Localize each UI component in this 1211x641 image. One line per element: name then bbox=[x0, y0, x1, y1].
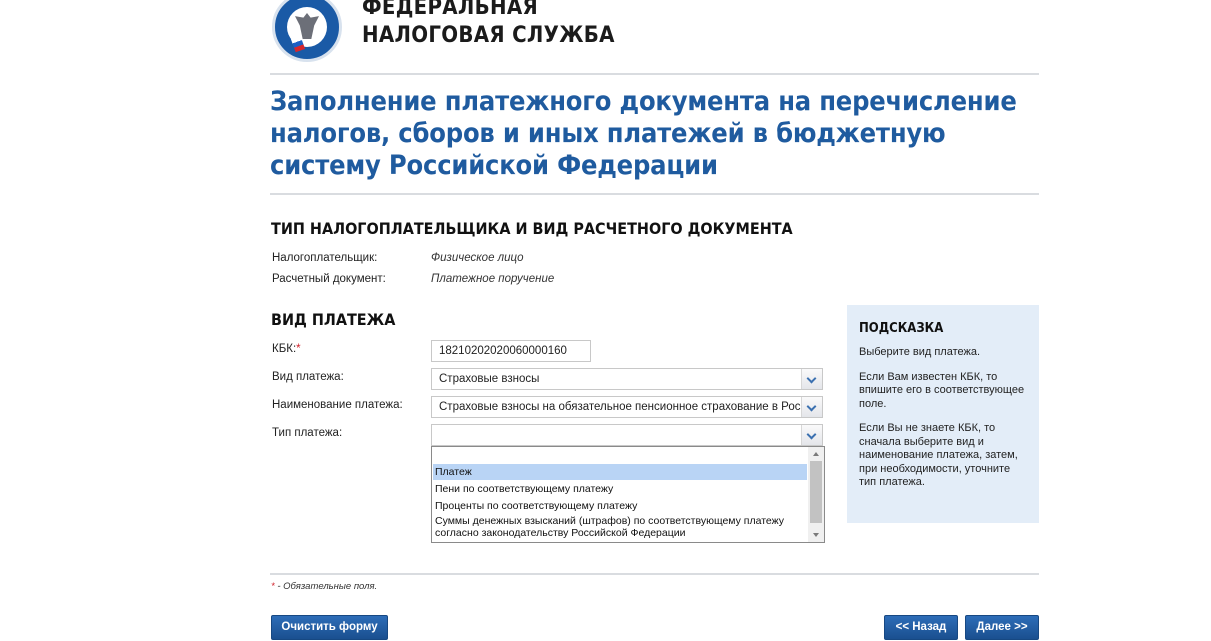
dropdown-scrollbar[interactable] bbox=[808, 447, 824, 542]
required-note-text: - Обязательные поля. bbox=[274, 581, 378, 592]
chevron-down-icon[interactable] bbox=[801, 369, 822, 389]
hint-text: Если Вы не знаете КБК, то сначала выбери… bbox=[859, 422, 1018, 488]
document-value: Платежное поручение bbox=[431, 273, 555, 285]
kbk-input[interactable]: 18210202020060000160 bbox=[431, 340, 591, 362]
hint-text: Выберите вид платежа. bbox=[859, 346, 981, 358]
dropdown-option[interactable]: Суммы денежных взысканий (штрафов) по со… bbox=[433, 515, 795, 539]
org-name-line2: НАЛОГОВАЯ СЛУЖБА bbox=[362, 23, 615, 48]
required-mark: * bbox=[296, 343, 301, 355]
payment-kind-dropdown-list[interactable]: Платеж Пени по соответствующему платежу … bbox=[431, 446, 825, 543]
document-label: Расчетный документ: bbox=[272, 273, 386, 285]
organization-name[interactable]: ФЕДЕРАЛЬНАЯ НАЛОГОВАЯ СЛУЖБА bbox=[362, 0, 615, 50]
scroll-down-icon[interactable] bbox=[813, 533, 819, 537]
fns-logo bbox=[272, 0, 342, 62]
payment-name-label: Наименование платежа: bbox=[272, 399, 403, 411]
kbk-label-text: КБК: bbox=[272, 343, 297, 355]
divider bbox=[270, 73, 1039, 75]
payment-kind-label: Тип платежа: bbox=[272, 427, 343, 439]
divider bbox=[270, 573, 1039, 575]
divider bbox=[270, 193, 1039, 195]
chevron-down-icon[interactable] bbox=[801, 397, 822, 417]
next-button[interactable]: Далее >> bbox=[965, 615, 1039, 640]
hint-text: Если Вам известен КБК, то впишите его в … bbox=[859, 370, 1025, 410]
kbk-label: КБК:* bbox=[272, 343, 301, 355]
payment-kind-select[interactable] bbox=[431, 424, 823, 446]
chevron-down-icon[interactable] bbox=[801, 425, 822, 445]
hint-title: ПОДСКАЗКА bbox=[859, 321, 944, 336]
taxpayer-label: Налогоплательщик: bbox=[272, 252, 378, 264]
dropdown-option[interactable]: Пени по соответствующему платежу bbox=[433, 482, 807, 496]
payment-name-select[interactable]: Страховые взносы на обязательное пенсион… bbox=[431, 396, 823, 418]
page-title: Заполнение платежного документа на переч… bbox=[270, 86, 1017, 181]
payment-type-label: Вид платежа: bbox=[272, 371, 344, 383]
payment-type-select[interactable]: Страховые взносы bbox=[431, 368, 823, 390]
payment-name-value: Страховые взносы на обязательное пенсион… bbox=[439, 401, 807, 413]
clear-form-button[interactable]: Очистить форму bbox=[271, 615, 388, 640]
hint-panel: ПОДСКАЗКА Выберите вид платежа. Если Вам… bbox=[847, 305, 1039, 523]
scroll-up-icon[interactable] bbox=[813, 452, 819, 456]
dropdown-option[interactable]: Проценты по соответствующему платежу bbox=[433, 499, 807, 513]
taxpayer-value: Физическое лицо bbox=[431, 252, 524, 264]
dropdown-option[interactable]: Платеж bbox=[433, 464, 807, 480]
section-heading-payment: ВИД ПЛАТЕЖА bbox=[271, 310, 396, 329]
org-name-line1: ФЕДЕРАЛЬНАЯ bbox=[362, 0, 539, 20]
required-note: * - Обязательные поля. bbox=[271, 581, 377, 592]
section-heading-taxpayer: ТИП НАЛОГОПЛАТЕЛЬЩИКА И ВИД РАСЧЕТНОГО Д… bbox=[271, 219, 793, 238]
scrollbar-thumb[interactable] bbox=[810, 461, 822, 523]
back-button[interactable]: << Назад bbox=[884, 615, 958, 640]
emblem-icon bbox=[287, 7, 327, 53]
payment-type-value: Страховые взносы bbox=[439, 373, 540, 385]
